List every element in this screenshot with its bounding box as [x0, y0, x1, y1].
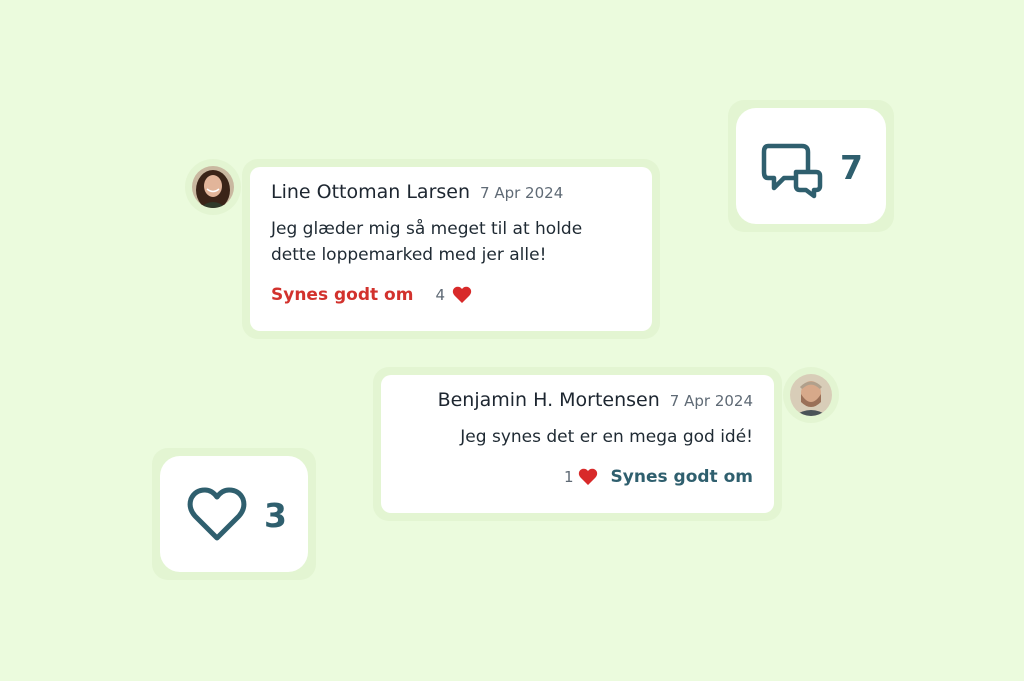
comment-card: Line Ottoman Larsen 7 Apr 2024 Jeg glæder… — [250, 167, 652, 331]
comments-stat-tile: 7 — [736, 108, 886, 224]
comment-card: Benjamin H. Mortensen 7 Apr 2024 Jeg syne… — [381, 375, 774, 513]
comment-date: 7 Apr 2024 — [480, 184, 564, 202]
comment-actions: Synes godt om 4 — [271, 285, 472, 305]
like-button[interactable]: Synes godt om — [271, 285, 413, 305]
avatar — [790, 374, 832, 416]
comments-icon — [760, 142, 824, 200]
like-count: 1 — [564, 468, 574, 486]
comment-author[interactable]: Benjamin H. Mortensen — [438, 389, 660, 411]
heart-icon — [452, 286, 472, 304]
heart-icon — [578, 468, 598, 486]
comment-text: Jeg synes det er en mega god idé! — [460, 427, 753, 447]
like-count: 4 — [435, 286, 445, 304]
comment-author[interactable]: Line Ottoman Larsen — [271, 181, 470, 203]
avatar — [192, 166, 234, 208]
comment-text-line: dette loppemarked med jer alle! — [271, 245, 547, 265]
comment-header: Benjamin H. Mortensen 7 Apr 2024 — [438, 389, 753, 411]
comment-text-line: Jeg glæder mig så meget til at holde — [271, 219, 583, 239]
heart-outline-icon — [186, 486, 248, 542]
comment-text: Jeg glæder mig så meget til at holde det… — [271, 216, 641, 268]
comments-count: 7 — [840, 148, 863, 187]
comment-actions: 1 Synes godt om — [564, 467, 753, 487]
like-button[interactable]: Synes godt om — [611, 467, 753, 487]
comment-header: Line Ottoman Larsen 7 Apr 2024 — [271, 181, 563, 203]
comment-date: 7 Apr 2024 — [669, 392, 753, 410]
likes-stat-tile: 3 — [160, 456, 308, 572]
likes-count: 3 — [264, 496, 287, 535]
